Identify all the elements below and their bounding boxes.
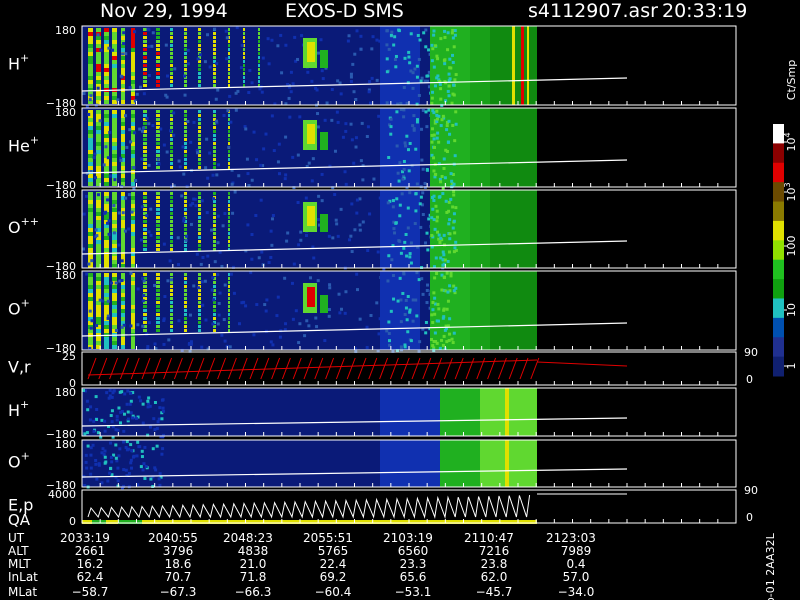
footer-value: 70.7 [165,570,192,584]
footer-value: 62.0 [481,570,508,584]
colorbar-unit: Ct/Smp [785,60,798,100]
footer-value: −60.4 [315,585,352,599]
footer-value: 2055:51 [303,531,353,545]
colorbar-segment [773,143,784,164]
panel-h-label: H+ [8,398,29,420]
panel-qa-label: QA [8,511,31,529]
panel-h-label: H+ [8,52,29,74]
footer-label-alt: ALT [8,544,29,558]
spectrogram-panel-3 [81,271,628,353]
vr-line-panel [87,357,628,380]
panel-he-ymax: 180 [55,106,76,119]
footer-value: 21.0 [240,557,267,571]
spectrogram-panel-6 [81,440,628,490]
footer-value: 65.6 [400,570,427,584]
colorbar-tick: 10 [785,303,798,317]
footer-value: −34.0 [558,585,595,599]
footer-value: 0.4 [566,557,585,571]
spectrogram-panel-5 [81,388,628,439]
footer-value: −67.3 [160,585,197,599]
colorbar-segment [773,259,784,280]
panel-vr-ymax: 25 [62,350,76,363]
footer-value: 22.4 [320,557,347,571]
footer-value: 3796 [163,544,194,558]
panel-he-label: He+ [8,134,39,156]
spectrogram-panel-0 [81,26,628,108]
colorbar-segment [773,337,784,358]
header-time: 20:33:19 [662,0,747,22]
panel-vr-right-bottom: 0 [746,373,753,386]
colorbar-tick: 1 [785,363,798,370]
colorbar-segment [773,317,784,338]
footer-value: 2103:19 [383,531,433,545]
colorbar-tick: 104 [783,132,798,151]
panel-o-label: O++ [8,215,39,237]
footer-label-mlt: MLT [8,557,31,571]
footer-value: 16.2 [77,557,104,571]
footer-value: 69.2 [320,570,347,584]
footer-value: 2048:23 [223,531,273,545]
panel-frame-7 [81,489,737,524]
footer-value: 5765 [318,544,349,558]
footer-value: 7216 [479,544,510,558]
panel-o-ymax: 180 [55,188,76,201]
header-date: Nov 29, 1994 [100,0,228,22]
spectrogram-panel-2 [81,190,628,271]
footer-value: −53.1 [395,585,432,599]
footer-value: 2040:55 [148,531,198,545]
footer-value: −66.3 [235,585,272,599]
header-instrument: EXOS-D SMS [285,0,404,22]
footer-value: −58.7 [72,585,109,599]
colorbar-segment [773,220,784,241]
panel-frame-4 [81,351,737,386]
panel-o-label: O+ [8,450,30,472]
panel-h-ymax: 180 [55,24,76,37]
panel-vr-label: V,r [8,358,31,377]
colorbar-segment [773,240,784,261]
panel-ep-right-bottom: 0 [746,511,753,524]
footer-value: 18.6 [165,557,192,571]
footer-value: 4838 [238,544,269,558]
panel-ep-ymin: 0 [69,515,76,528]
header-file: s4112907.asr [528,0,658,22]
footer-value: 2033:19 [60,531,110,545]
panel-o-label: O+ [8,297,30,319]
panel-ep-ymax: 4000 [48,488,76,501]
colorbar-segment [773,298,784,319]
footer-value: −45.7 [476,585,513,599]
footer-value: 2123:03 [546,531,596,545]
footer-value: 23.3 [400,557,427,571]
footer-label-ut: UT [8,531,25,545]
spectrogram-plot: Nov 29, 1994 EXOS-D SMS s4112907.asr 20:33:… [8,0,798,600]
panel-o-ymax: 180 [55,269,76,282]
footer-value: 6560 [398,544,429,558]
colorbar-segment [773,356,784,377]
footer-value: 7989 [561,544,592,558]
colorbar-tick: 103 [783,182,798,201]
footer-value: 23.8 [481,557,508,571]
footer-value: 2110:47 [464,531,514,545]
colorbar-segment [773,162,784,183]
footer-value: 62.4 [77,570,104,584]
footer-value: 57.0 [563,570,590,584]
spectrogram-panel-1 [81,108,628,190]
panel-o-ymax: 180 [55,438,76,451]
colorbar-segment [773,279,784,299]
panel-ep-right-top: 90 [744,484,758,497]
footer-label-inlat: InLat [8,570,38,584]
footer-label-mlat: MLat [8,585,37,599]
footer-value: 2661 [75,544,106,558]
panel-vr-right-top: 90 [744,346,758,359]
colorbar-tick: 100 [785,236,798,257]
colorbar-segment [773,201,784,222]
panel-h-ymax: 180 [55,386,76,399]
footer-value: 71.8 [240,570,267,584]
footer-stamp: Feb-01 2AA32L [764,532,777,600]
